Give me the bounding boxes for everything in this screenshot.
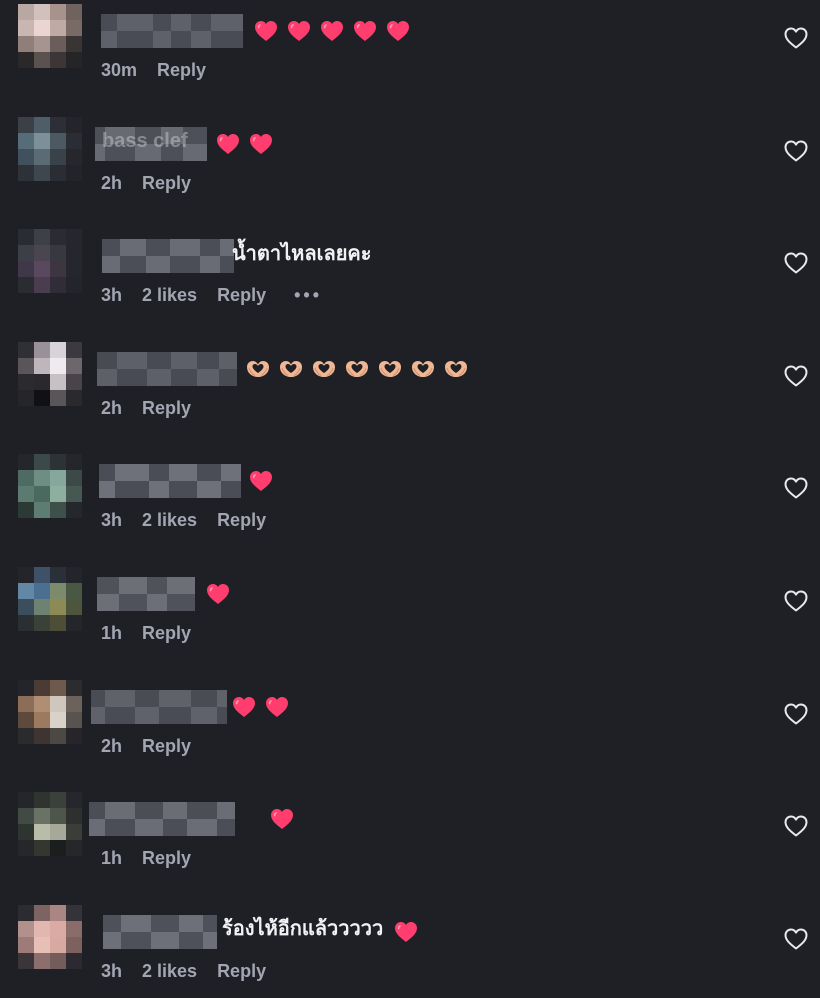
likes-count[interactable]: 2 likes [142, 961, 197, 982]
like-heart-icon[interactable] [783, 927, 809, 951]
red-heart-emoji [249, 133, 273, 155]
heart-hands-emoji [245, 358, 271, 380]
comment-meta: 1h Reply [101, 620, 211, 646]
timestamp: 30m [101, 59, 138, 80]
timestamp: 3h [101, 960, 123, 981]
comment-meta: 30m Reply [101, 57, 226, 83]
comment-item: 1h Reply [0, 788, 820, 900]
red-heart-emoji [320, 20, 344, 42]
timestamp: 2h [101, 172, 123, 193]
emoji-row [254, 20, 410, 42]
timestamp: 2h [101, 397, 123, 418]
more-options-icon[interactable]: ••• [294, 285, 322, 306]
reply-button[interactable]: Reply [157, 60, 206, 81]
red-heart-emoji [216, 133, 240, 155]
timestamp: 1h [101, 622, 123, 643]
emoji-row [249, 470, 273, 492]
comment-item: 2h Reply [0, 338, 820, 450]
username-blurred[interactable] [97, 577, 195, 611]
comment-meta: 3h 2 likes Reply ••• [101, 282, 342, 308]
like-heart-icon[interactable] [783, 251, 809, 275]
emoji-row [206, 583, 230, 605]
heart-hands-emoji [443, 358, 469, 380]
comment-item: ร้องไห้อีกแล้ววววว 3h 2 likes Reply [0, 901, 820, 998]
red-heart-emoji [232, 696, 256, 718]
emoji-row [270, 808, 294, 830]
reply-button[interactable]: Reply [217, 285, 266, 306]
avatar[interactable] [18, 567, 82, 631]
reply-button[interactable]: Reply [217, 510, 266, 531]
reply-button[interactable]: Reply [142, 848, 191, 869]
red-heart-emoji [386, 20, 410, 42]
heart-hands-emoji [311, 358, 337, 380]
red-heart-emoji [265, 696, 289, 718]
like-heart-icon[interactable] [783, 589, 809, 613]
red-heart-emoji [254, 20, 278, 42]
like-heart-icon[interactable] [783, 702, 809, 726]
comment-text: ร้องไห้อีกแล้ววววว [222, 918, 384, 940]
reply-button[interactable]: Reply [142, 398, 191, 419]
avatar[interactable] [18, 454, 82, 518]
reply-button[interactable]: Reply [142, 736, 191, 757]
reply-button[interactable]: Reply [217, 961, 266, 982]
username-blurred[interactable] [99, 464, 241, 498]
like-heart-icon[interactable] [783, 476, 809, 500]
avatar[interactable] [18, 4, 82, 68]
emoji-row [394, 921, 418, 943]
avatar[interactable] [18, 342, 82, 406]
red-heart-emoji [249, 470, 273, 492]
comment-item: 3h 2 likes Reply [0, 450, 820, 562]
comment-meta: 1h Reply [101, 845, 211, 871]
comment-meta: 2h Reply [101, 395, 211, 421]
heart-hands-emoji [377, 358, 403, 380]
like-heart-icon[interactable] [783, 26, 809, 50]
comment-meta: 3h 2 likes Reply [101, 507, 286, 533]
username-fragment: bass clef [102, 130, 188, 152]
avatar[interactable] [18, 117, 82, 181]
red-heart-emoji [394, 921, 418, 943]
timestamp: 2h [101, 735, 123, 756]
avatar[interactable] [18, 792, 82, 856]
heart-hands-emoji [278, 358, 304, 380]
username-blurred[interactable] [103, 915, 217, 949]
timestamp: 3h [101, 509, 123, 530]
red-heart-emoji [287, 20, 311, 42]
comment-meta: 2h Reply [101, 170, 211, 196]
avatar[interactable] [18, 905, 82, 969]
reply-button[interactable]: Reply [142, 173, 191, 194]
reply-button[interactable]: Reply [142, 623, 191, 644]
username-blurred[interactable] [101, 14, 243, 48]
red-heart-emoji [206, 583, 230, 605]
comment-item: bass clef 2h Reply [0, 113, 820, 225]
timestamp: 1h [101, 847, 123, 868]
emoji-row [245, 358, 469, 380]
heart-hands-emoji [410, 358, 436, 380]
likes-count[interactable]: 2 likes [142, 510, 197, 531]
comment-list: 30m Reply bass clef 2h Reply น้ำตาไหลเลยคะ 3h 2… [0, 0, 820, 998]
like-heart-icon[interactable] [783, 139, 809, 163]
username-blurred[interactable] [102, 239, 234, 273]
username-blurred[interactable] [91, 690, 227, 724]
emoji-row [232, 696, 289, 718]
username-blurred[interactable] [97, 352, 237, 386]
comment-item: 30m Reply [0, 0, 820, 112]
comment-meta: 2h Reply [101, 733, 211, 759]
heart-hands-emoji [344, 358, 370, 380]
avatar[interactable] [18, 680, 82, 744]
comment-text: น้ำตาไหลเลยคะ [232, 243, 372, 265]
username-blurred[interactable] [89, 802, 235, 836]
like-heart-icon[interactable] [783, 364, 809, 388]
likes-count[interactable]: 2 likes [142, 285, 197, 306]
comment-item: 2h Reply [0, 676, 820, 788]
timestamp: 3h [101, 284, 123, 305]
red-heart-emoji [353, 20, 377, 42]
like-heart-icon[interactable] [783, 814, 809, 838]
comment-item: 1h Reply [0, 563, 820, 675]
avatar[interactable] [18, 229, 82, 293]
comment-item: น้ำตาไหลเลยคะ 3h 2 likes Reply ••• [0, 225, 820, 337]
emoji-row [216, 133, 273, 155]
comment-meta: 3h 2 likes Reply [101, 958, 286, 984]
red-heart-emoji [270, 808, 294, 830]
